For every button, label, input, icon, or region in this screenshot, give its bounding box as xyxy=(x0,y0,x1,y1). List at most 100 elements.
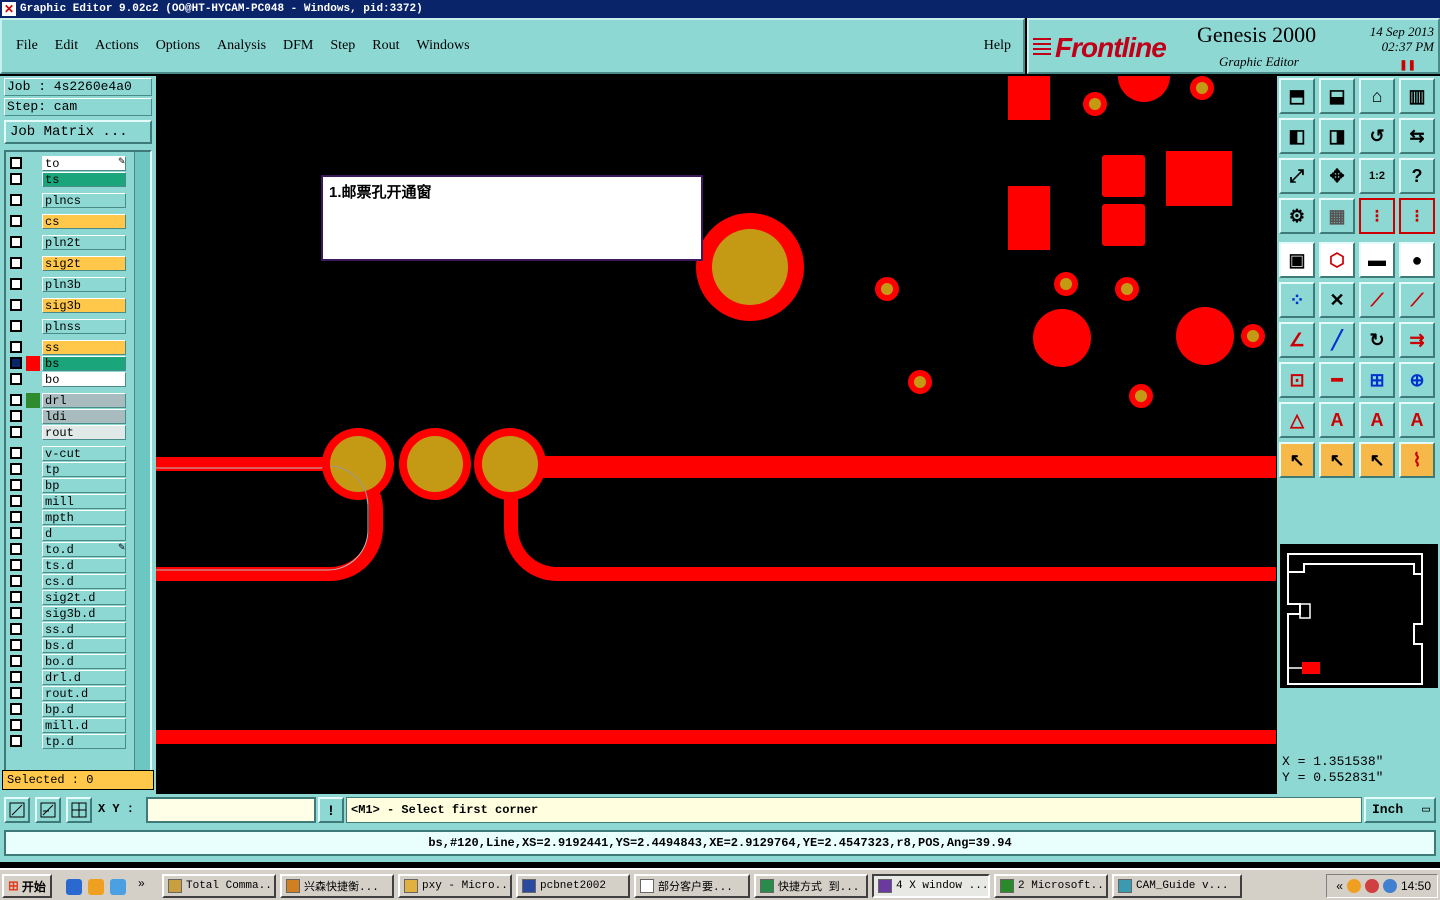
smd-pad[interactable] xyxy=(1166,151,1232,206)
more-quicklaunch-icon[interactable]: » xyxy=(138,876,145,890)
layer-color-swatch[interactable] xyxy=(26,462,40,477)
layer-name[interactable]: d xyxy=(42,526,126,541)
round-pad[interactable] xyxy=(1033,309,1091,367)
layer-name[interactable]: mill.d xyxy=(42,718,126,733)
layer-name[interactable]: pln2t xyxy=(42,235,126,250)
layer-row-bo[interactable]: bo xyxy=(8,372,130,387)
info-button[interactable]: ! xyxy=(318,797,344,823)
layer-name[interactable]: to xyxy=(42,156,126,171)
start-button[interactable]: ⊞ 开始 xyxy=(2,874,52,898)
move-left-button[interactable]: ◧ xyxy=(1279,118,1315,154)
menu-actions[interactable]: Actions xyxy=(95,38,139,54)
layer-checkbox[interactable] xyxy=(10,495,22,507)
layer-color-swatch[interactable] xyxy=(26,340,40,355)
menu-edit[interactable]: Edit xyxy=(55,38,78,54)
layer-name[interactable]: v-cut xyxy=(42,446,126,461)
layer-checkbox[interactable] xyxy=(10,687,22,699)
layer-checkbox[interactable] xyxy=(10,410,22,422)
trace-bottom[interactable] xyxy=(156,730,1276,744)
layer-checkbox[interactable] xyxy=(10,527,22,539)
layer-checkbox[interactable] xyxy=(10,157,22,169)
zoom-area-button[interactable] xyxy=(35,797,61,823)
layer-name[interactable]: sig3b.d xyxy=(42,606,126,621)
layer-row-to[interactable]: to ✎ xyxy=(8,156,130,171)
layer-row-drl.d[interactable]: drl.d xyxy=(8,670,130,685)
layer-name[interactable]: sig3b xyxy=(42,298,126,313)
layer-color-swatch[interactable] xyxy=(26,702,40,717)
layer-color-swatch[interactable] xyxy=(26,638,40,653)
layer-checkbox[interactable] xyxy=(10,575,22,587)
layer-row-bp.d[interactable]: bp.d xyxy=(8,702,130,717)
layer-name[interactable]: ldi xyxy=(42,409,126,424)
layer-row-cs[interactable]: cs xyxy=(8,214,130,229)
layer-checkbox[interactable] xyxy=(10,426,22,438)
tray-app-icon[interactable] xyxy=(1382,879,1397,893)
menu-help[interactable]: Help xyxy=(984,38,1011,54)
layer-checkbox[interactable] xyxy=(10,479,22,491)
layer-checkbox[interactable] xyxy=(10,591,22,603)
snap-red-button[interactable]: ⁝ xyxy=(1399,198,1435,234)
layer-checkbox[interactable] xyxy=(10,623,22,635)
menu-file[interactable]: File xyxy=(16,38,38,54)
layer-checkbox[interactable] xyxy=(10,639,22,651)
round-pad[interactable] xyxy=(1118,76,1170,102)
layer-color-swatch[interactable] xyxy=(26,193,40,208)
taskbar-task[interactable]: pcbnet2002 xyxy=(516,874,630,898)
taskbar-task[interactable]: 部分客户要... xyxy=(634,874,750,898)
layer-checkbox[interactable] xyxy=(10,357,22,369)
fit-button[interactable]: ⤢ xyxy=(1279,158,1315,194)
layer-color-swatch[interactable] xyxy=(26,622,40,637)
job-matrix-button[interactable]: Job Matrix ... xyxy=(4,120,152,144)
measure-button[interactable]: ⊞ xyxy=(1359,362,1395,398)
triangle-box-button[interactable]: A xyxy=(1359,402,1395,438)
layer-name[interactable]: pln3b xyxy=(42,277,126,292)
layer-checkbox[interactable] xyxy=(10,194,22,206)
layer-color-swatch[interactable] xyxy=(26,590,40,605)
layer-color-swatch[interactable] xyxy=(26,356,40,371)
zoom-fit-button[interactable] xyxy=(4,797,30,823)
layer-row-bs.d[interactable]: bs.d xyxy=(8,638,130,653)
smd-pad[interactable] xyxy=(1008,186,1050,250)
layer-color-swatch[interactable] xyxy=(26,235,40,250)
layer-row-rout[interactable]: rout xyxy=(8,425,130,440)
taskbar-task[interactable]: 2 Microsoft... xyxy=(994,874,1108,898)
layer-checkbox[interactable] xyxy=(10,463,22,475)
layer-checkbox[interactable] xyxy=(10,299,22,311)
layer-name[interactable]: cs xyxy=(42,214,126,229)
connect-button[interactable]: ⁘ xyxy=(1279,282,1315,318)
layer-checkbox[interactable] xyxy=(10,719,22,731)
trace-right[interactable] xyxy=(504,486,1276,581)
taskbar-task[interactable]: 4 X window ... xyxy=(872,874,990,898)
layer-name[interactable]: drl xyxy=(42,393,126,408)
diagonal-button[interactable]: ╱ xyxy=(1319,322,1355,358)
layer-color-swatch[interactable] xyxy=(26,510,40,525)
layer-color-swatch[interactable] xyxy=(26,734,40,749)
layer-row-pln3b[interactable]: pln3b xyxy=(8,277,130,292)
layer-color-swatch[interactable] xyxy=(26,542,40,557)
layer-row-d[interactable]: d xyxy=(8,526,130,541)
layer-name[interactable]: to.d xyxy=(42,542,126,557)
layer-row-v-cut[interactable]: v-cut xyxy=(8,446,130,461)
menu-analysis[interactable]: Analysis xyxy=(217,38,266,54)
layer-name[interactable]: cs.d xyxy=(42,574,126,589)
layer-checkbox[interactable] xyxy=(10,607,22,619)
graphic-canvas[interactable]: 1.邮票孔开通窗 xyxy=(156,76,1276,794)
swap-button[interactable]: ⇆ xyxy=(1399,118,1435,154)
layer-color-swatch[interactable] xyxy=(26,319,40,334)
layer-color-swatch[interactable] xyxy=(26,156,40,171)
layer-name[interactable]: mpth xyxy=(42,510,126,525)
board-overview[interactable] xyxy=(1280,544,1438,688)
layer-row-ss.d[interactable]: ss.d xyxy=(8,622,130,637)
layer-color-swatch[interactable] xyxy=(26,494,40,509)
round-pad[interactable] xyxy=(1176,307,1234,365)
pad-button[interactable]: ▣ xyxy=(1279,242,1315,278)
scale-button[interactable]: 1:2 xyxy=(1359,158,1395,194)
layer-row-sig2t.d[interactable]: sig2t.d xyxy=(8,590,130,605)
layer-row-plnss[interactable]: plnss xyxy=(8,319,130,334)
home-button[interactable]: ⌂ xyxy=(1359,78,1395,114)
mirror-button[interactable]: ↺ xyxy=(1359,118,1395,154)
tools-button[interactable]: ⚙ xyxy=(1279,198,1315,234)
menu-dfm[interactable]: DFM xyxy=(283,38,313,54)
layer-color-swatch[interactable] xyxy=(26,298,40,313)
layer-name[interactable]: ts xyxy=(42,172,126,187)
